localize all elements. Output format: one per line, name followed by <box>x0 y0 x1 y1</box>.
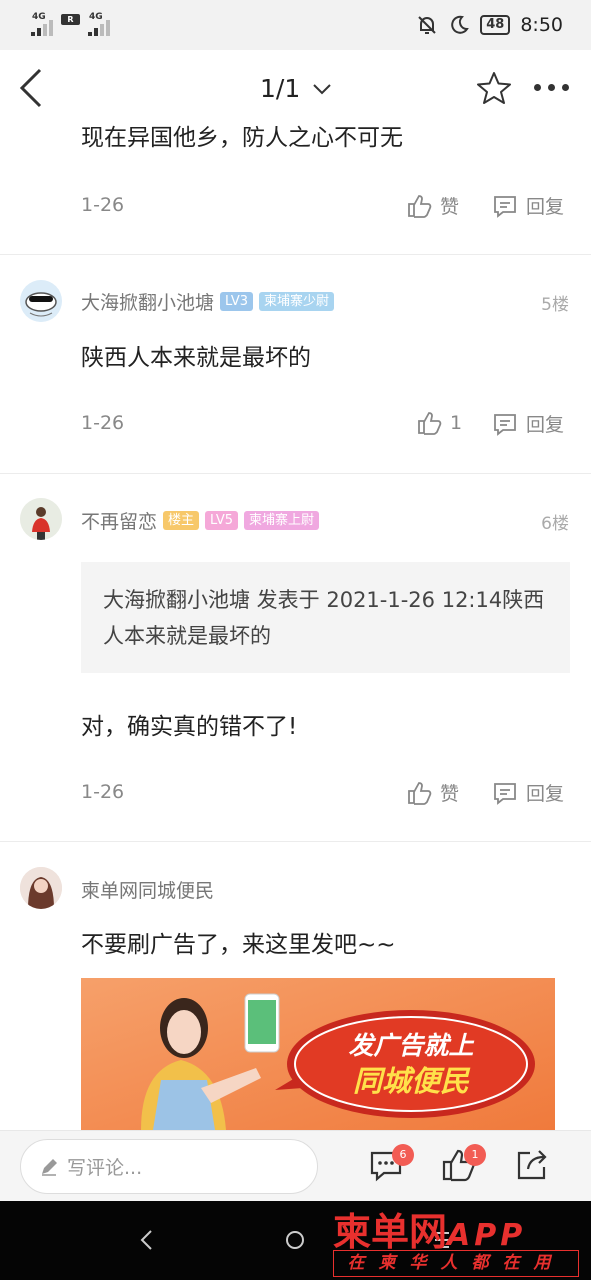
reply-button[interactable]: 回复 <box>492 410 564 437</box>
level-badge: LV5 <box>205 511 239 530</box>
avatar[interactable] <box>20 498 62 540</box>
comment-author-row: 大海掀翻小池塘 LV3 柬埔寨少尉 <box>81 288 335 315</box>
username[interactable]: 柬单网同城便民 <box>81 876 214 903</box>
quoted-comment[interactable]: 大海掀翻小池塘 发表于 2021-1-26 12:14陕西人本来就是最坏的 <box>81 562 570 673</box>
thumbs-up-icon <box>408 194 432 218</box>
avatar[interactable] <box>20 867 62 909</box>
mute-bell-icon <box>418 16 436 34</box>
like-button[interactable]: 赞 <box>406 779 459 806</box>
more-options-icon[interactable] <box>534 84 569 91</box>
signal-strength-icon <box>88 20 114 36</box>
reply-label: 回复 <box>526 414 565 436</box>
comment-author-row: 不再留恋 楼主 LV5 柬埔寨上尉 <box>81 507 320 534</box>
like-post-button[interactable]: 1 <box>440 1144 486 1187</box>
chevron-down-icon[interactable] <box>313 84 331 96</box>
comment-date: 1-26 <box>81 781 125 803</box>
brand-name: 柬单网 <box>333 1210 448 1254</box>
brand-slogan: 在柬华人都在用 <box>333 1250 579 1277</box>
divider <box>0 841 591 842</box>
back-nav-icon[interactable] <box>139 1229 153 1251</box>
ad-headline: 发广告就上 <box>348 1031 474 1060</box>
comment-text: 不要刷广告了，来这里发吧~~ <box>81 932 396 958</box>
divider <box>0 254 591 255</box>
roaming-badge: R <box>61 14 80 25</box>
floor-number: 6楼 <box>541 514 569 534</box>
comment-text: 现在异国他乡，防人之心不可无 <box>81 125 403 151</box>
watermark-logo: 柬单网APP 在柬华人都在用 <box>331 1201 581 1280</box>
ad-banner[interactable]: 发广告就上 同城便民 <box>81 978 555 1130</box>
reply-button[interactable]: 回复 <box>492 192 564 219</box>
thumbs-up-icon <box>408 781 432 805</box>
clock: 8:50 <box>520 14 563 36</box>
like-button[interactable]: 1 <box>416 410 462 436</box>
username[interactable]: 不再留恋 <box>81 507 157 534</box>
thumbs-up-icon <box>418 412 442 435</box>
avatar[interactable] <box>20 280 62 322</box>
signal-strength-icon <box>31 20 57 36</box>
like-button[interactable]: 赞 <box>406 192 459 219</box>
comment-input[interactable]: 写评论... <box>20 1139 318 1194</box>
comment-author-row: 柬单网同城便民 <box>81 876 214 903</box>
page-indicator[interactable]: 1/1 <box>260 74 300 103</box>
reply-icon <box>494 413 516 436</box>
level-badge: LV3 <box>220 292 253 311</box>
reply-label: 回复 <box>526 783 565 805</box>
battery-level: 48 <box>480 15 511 35</box>
like-count: 1 <box>450 412 463 434</box>
comment-date: 1-26 <box>81 194 125 216</box>
moon-icon <box>451 15 470 34</box>
like-label: 赞 <box>440 783 460 805</box>
ad-subheadline: 同城便民 <box>353 1064 471 1098</box>
back-icon[interactable] <box>18 68 44 108</box>
comment-text: 陕西人本来就是最坏的 <box>81 345 311 371</box>
reply-button[interactable]: 回复 <box>492 779 564 806</box>
share-icon <box>517 1150 547 1180</box>
comment-text: 对，确实真的错不了! <box>81 714 298 740</box>
divider <box>0 473 591 474</box>
status-bar: 4G R 4G 48 8:50 <box>0 0 591 50</box>
rank-badge: 柬埔寨少尉 <box>259 292 335 311</box>
op-badge: 楼主 <box>163 511 200 530</box>
floor-number: 5楼 <box>541 295 569 315</box>
like-label: 赞 <box>440 196 460 218</box>
top-nav: 1/1 <box>0 50 591 115</box>
comment-placeholder: 写评论... <box>67 1157 143 1179</box>
reply-label: 回复 <box>526 196 565 218</box>
pencil-icon <box>42 1158 57 1176</box>
reply-icon <box>494 782 516 805</box>
comment-count-badge: 6 <box>392 1144 414 1166</box>
share-button[interactable] <box>514 1147 550 1187</box>
comments-button[interactable]: 6 <box>368 1144 414 1187</box>
bottom-action-bar: 写评论... 6 1 <box>0 1130 591 1201</box>
rank-badge: 柬埔寨上尉 <box>244 511 320 530</box>
system-nav-bar: 柬单网APP 在柬华人都在用 <box>0 1201 591 1280</box>
favorite-star-icon[interactable] <box>476 71 512 105</box>
home-nav-icon[interactable] <box>285 1230 305 1250</box>
brand-app: APP <box>447 1218 527 1253</box>
like-count-badge: 1 <box>464 1144 486 1166</box>
comment-date: 1-26 <box>81 412 125 434</box>
reply-icon <box>494 195 516 218</box>
username[interactable]: 大海掀翻小池塘 <box>81 288 214 315</box>
